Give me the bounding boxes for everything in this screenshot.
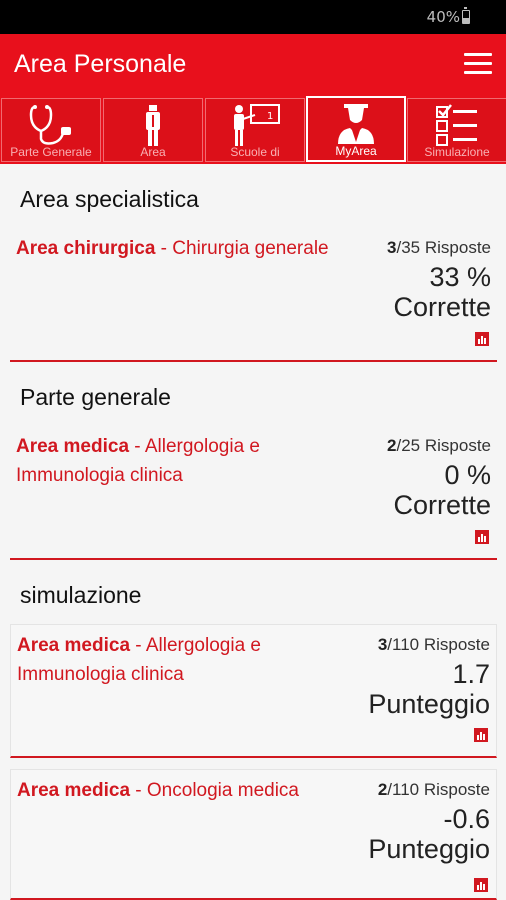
score-metric: Corrette bbox=[393, 490, 491, 520]
score-value: -0.6 bbox=[443, 804, 490, 834]
bar-chart-icon[interactable] bbox=[475, 332, 489, 346]
user-profile-icon bbox=[338, 104, 374, 144]
area-name: Area medica bbox=[17, 780, 131, 801]
page-title: Area Personale bbox=[14, 50, 187, 78]
score-value: 1.7 bbox=[452, 659, 490, 689]
battery-percentage: 40% bbox=[426, 8, 460, 26]
subject-label: Area chirurgica - Chirurgia generale bbox=[16, 238, 329, 259]
score-metric: Corrette bbox=[393, 292, 491, 322]
tab-label: Scuole di bbox=[230, 145, 280, 159]
subject-label: Area medica - Oncologia medica bbox=[17, 780, 299, 801]
tab-bar: Parte Generale Area 1 Scuole di MyArea S… bbox=[0, 96, 506, 164]
person-icon bbox=[146, 105, 160, 146]
answers-count: 3/35 Risposte bbox=[387, 238, 491, 257]
score-metric: Punteggio bbox=[368, 689, 490, 719]
checklist-icon bbox=[436, 104, 477, 146]
tab-label: Parte Generale bbox=[10, 145, 92, 159]
score-value: 0 % bbox=[444, 460, 491, 490]
battery-icon bbox=[462, 7, 470, 24]
specialty-name: Chirurgia generale bbox=[172, 238, 329, 259]
results-list: Area specialistica Area chirurgica - Chi… bbox=[0, 164, 506, 900]
specialty-name: Oncologia medica bbox=[146, 780, 299, 801]
tab-simulazione[interactable]: Simulazione bbox=[407, 98, 506, 162]
area-name: Area medica bbox=[16, 436, 130, 457]
section-title: Parte generale bbox=[20, 384, 171, 410]
tab-parte-generale[interactable]: Parte Generale bbox=[1, 98, 101, 162]
teacher-board-icon: 1 bbox=[234, 104, 280, 146]
status-bar: 40% bbox=[0, 0, 506, 34]
score-metric: Punteggio bbox=[368, 834, 490, 864]
app-bar: Area Personale bbox=[0, 34, 506, 96]
bar-chart-icon[interactable] bbox=[474, 728, 488, 742]
hamburger-menu-icon[interactable] bbox=[464, 53, 492, 75]
result-card[interactable]: Area medica - Oncologia medica 2/110 Ris… bbox=[10, 769, 497, 900]
answers-count: 2/110 Risposte bbox=[377, 780, 490, 799]
score-display: -0.6 Punteggio bbox=[368, 804, 490, 864]
tab-label: Simulazione bbox=[424, 145, 490, 159]
tab-area[interactable]: Area bbox=[103, 98, 203, 162]
tab-label: MyArea bbox=[335, 144, 377, 158]
section-title: Area specialistica bbox=[20, 186, 199, 212]
answers-count: 2/25 Risposte bbox=[387, 436, 491, 455]
score-display: 33 % Corrette bbox=[393, 262, 491, 322]
stethoscope-icon bbox=[29, 105, 71, 145]
area-name: Area medica bbox=[17, 635, 131, 656]
tab-myarea[interactable]: MyArea bbox=[306, 96, 406, 162]
result-card[interactable]: Area chirurgica - Chirurgia generale 3/3… bbox=[10, 228, 497, 362]
area-name: Area chirurgica bbox=[16, 238, 156, 259]
subject-label: Area medica - Allergologia e Immunologia… bbox=[17, 635, 261, 685]
tab-label: Area bbox=[140, 145, 166, 159]
svg-text:1: 1 bbox=[267, 111, 273, 122]
bar-chart-icon[interactable] bbox=[474, 878, 488, 892]
bar-chart-icon[interactable] bbox=[475, 530, 489, 544]
score-value: 33 % bbox=[429, 262, 491, 292]
section-title: simulazione bbox=[20, 582, 142, 608]
subject-label: Area medica - Allergologia e Immunologia… bbox=[16, 436, 260, 486]
tab-scuole-di[interactable]: 1 Scuole di bbox=[205, 98, 305, 162]
score-display: 1.7 Punteggio bbox=[368, 659, 490, 719]
result-card[interactable]: Area medica - Allergologia e Immunologia… bbox=[10, 624, 497, 758]
result-card[interactable]: Area medica - Allergologia e Immunologia… bbox=[10, 426, 497, 560]
score-display: 0 % Corrette bbox=[393, 460, 491, 520]
answers-count: 3/110 Risposte bbox=[377, 635, 490, 654]
